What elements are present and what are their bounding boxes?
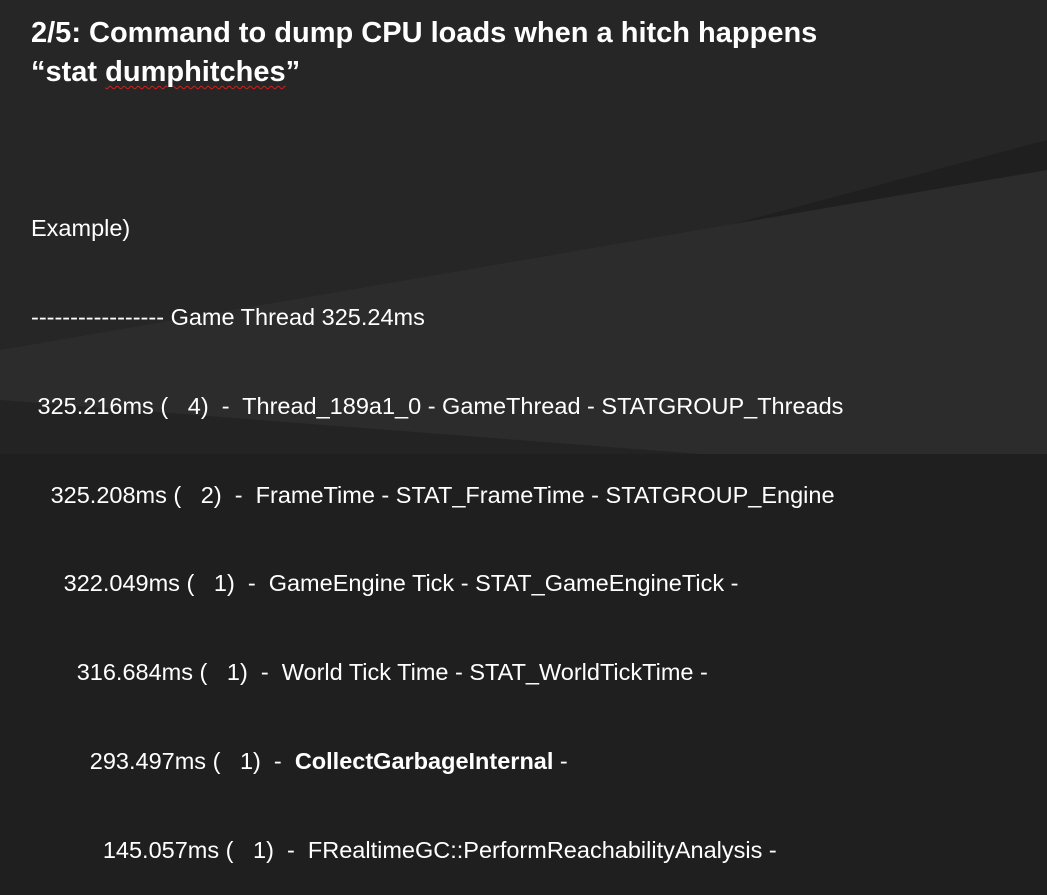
row-text: 293.497ms ( 1) - <box>89 747 295 774</box>
example-label: Example) <box>31 215 131 242</box>
row-indent <box>31 748 90 774</box>
spellcheck-word: dumphitches <box>105 56 286 88</box>
row-after-text: - <box>553 747 568 774</box>
stat-row: 325.216ms ( 4) - Thread_189a1_0 - GameTh… <box>31 392 844 422</box>
thread-header-line: ----------------- Game Thread 325.24ms <box>31 303 425 330</box>
example-block: Example) ----------------- Game Thread 3… <box>31 155 843 895</box>
stat-row: 316.684ms ( 1) - World Tick Time - STAT_… <box>31 658 843 688</box>
row-text: 325.208ms ( 2) - FrameTime - STAT_FrameT… <box>50 481 835 508</box>
row-text: 145.057ms ( 1) - FRealtimeGC::PerformRea… <box>102 836 777 863</box>
row-text: 316.684ms ( 1) - World Tick Time - STAT_… <box>76 659 708 686</box>
slide-title: 2/5: Command to dump CPU loads when a hi… <box>31 14 817 92</box>
title-open-quote: “stat <box>31 56 106 88</box>
row-text: 325.216ms ( 4) - Thread_189a1_0 - GameTh… <box>37 392 844 419</box>
stat-row: 325.208ms ( 2) - FrameTime - STAT_FrameT… <box>31 481 843 511</box>
stat-row: 322.049ms ( 1) - GameEngine Tick - STAT_… <box>31 569 843 599</box>
stat-row: 293.497ms ( 1) - CollectGarbageInternal … <box>31 747 843 777</box>
row-indent <box>31 570 64 596</box>
row-indent <box>31 482 51 508</box>
title-line-1: 2/5: Command to dump CPU loads when a hi… <box>31 17 818 49</box>
row-bold-text: CollectGarbageInternal <box>294 747 554 774</box>
row-text: 322.049ms ( 1) - GameEngine Tick - STAT_… <box>63 570 739 597</box>
stat-row: 145.057ms ( 1) - FRealtimeGC::PerformRea… <box>31 836 843 866</box>
title-close-quote: ” <box>285 56 301 88</box>
title-line-2: “stat dumphitches” <box>31 53 817 92</box>
row-indent <box>31 659 77 685</box>
row-indent <box>31 837 103 863</box>
